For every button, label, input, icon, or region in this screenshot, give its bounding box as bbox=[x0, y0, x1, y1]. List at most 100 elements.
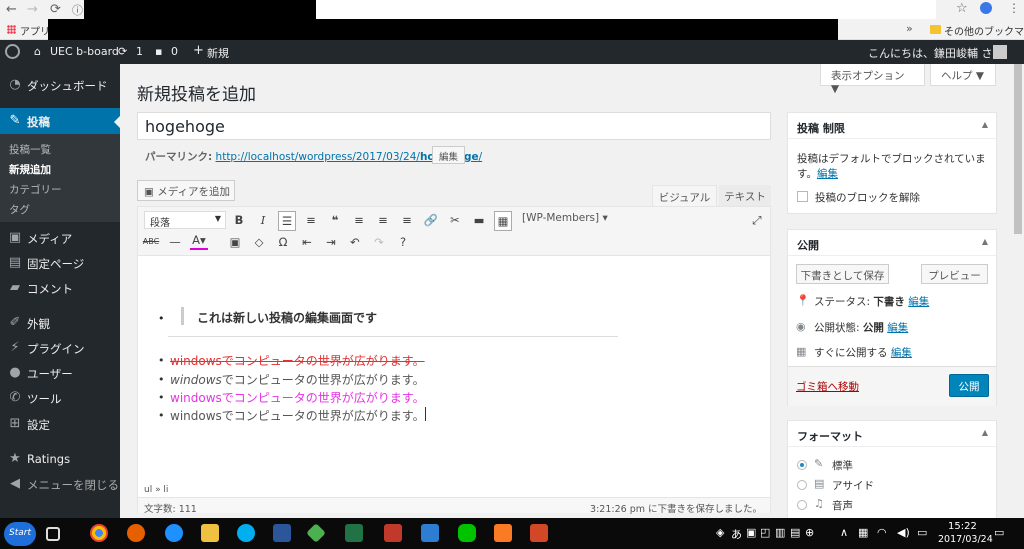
collapse-arrow-icon[interactable]: ▲ bbox=[982, 120, 988, 129]
align-center-icon[interactable]: ≡ bbox=[374, 211, 392, 229]
network-icon[interactable]: ▦ bbox=[858, 526, 868, 539]
add-media-button[interactable]: ▣ メディアを追加 bbox=[137, 180, 235, 201]
sidebar-item-dashboard[interactable]: ◔ ダッシュボード bbox=[0, 72, 120, 98]
dropbox-icon[interactable]: ◈ bbox=[716, 526, 724, 539]
format-header[interactable]: フォーマット ▲ bbox=[788, 421, 996, 447]
battery-icon[interactable]: ▭ bbox=[917, 526, 927, 539]
new-content-link[interactable]: 新規 bbox=[207, 45, 229, 61]
schedule-edit-link[interactable]: 編集 bbox=[891, 347, 912, 359]
wordpress-logo-icon[interactable] bbox=[5, 44, 20, 59]
browser-icon[interactable] bbox=[165, 524, 183, 542]
numbered-list-icon[interactable]: ≡ bbox=[302, 211, 320, 229]
clock-date[interactable]: 2017/03/24 bbox=[938, 534, 993, 545]
updates-icon[interactable]: ⟳ bbox=[118, 45, 127, 58]
unlink-icon[interactable]: ✂ bbox=[446, 211, 464, 229]
comments-icon[interactable]: ▪ bbox=[155, 45, 162, 58]
outdent-icon[interactable]: ⇤ bbox=[298, 233, 316, 251]
redo-icon[interactable]: ↷ bbox=[370, 233, 388, 251]
format-standard-radio[interactable] bbox=[797, 460, 807, 470]
fullscreen-icon[interactable]: ⤢ bbox=[748, 211, 766, 229]
format-aside-radio[interactable] bbox=[797, 480, 807, 490]
visibility-edit-link[interactable]: 編集 bbox=[887, 322, 908, 334]
info-icon[interactable]: ⓘ bbox=[72, 2, 83, 18]
sidebar-collapse-menu[interactable]: ◀ メニューを閉じる bbox=[0, 471, 120, 497]
post-title-input[interactable]: hogehoge bbox=[137, 112, 771, 140]
undo-icon[interactable]: ↶ bbox=[346, 233, 364, 251]
save-draft-button[interactable]: 下書きとして保存 bbox=[796, 264, 889, 284]
sidebar-sub-categories[interactable]: カテゴリー bbox=[9, 182, 62, 197]
tray-icon-3[interactable]: ▥ bbox=[775, 526, 785, 539]
tray-icon-5[interactable]: ⊕ bbox=[805, 526, 814, 539]
tab-visual[interactable]: ビジュアル bbox=[652, 185, 717, 206]
site-name-link[interactable]: UEC b-board bbox=[50, 45, 119, 58]
app-blue-icon[interactable] bbox=[421, 524, 439, 542]
text-color-icon[interactable]: A▾ bbox=[190, 233, 208, 250]
powerpoint-icon[interactable] bbox=[530, 524, 548, 542]
align-left-icon[interactable]: ≡ bbox=[350, 211, 368, 229]
clock-time[interactable]: 15:22 bbox=[948, 521, 977, 532]
sidebar-sub-tags[interactable]: タグ bbox=[9, 202, 30, 217]
reload-icon[interactable]: ⟳ bbox=[50, 2, 61, 17]
editor-content[interactable]: • これは新しい投稿の編集画面です • windowsでコンピュータの世界が広が… bbox=[138, 257, 770, 485]
status-edit-link[interactable]: 編集 bbox=[908, 296, 929, 308]
tray-icon-2[interactable]: ◰ bbox=[760, 526, 770, 539]
task-view-icon[interactable] bbox=[46, 527, 60, 541]
sidebar-item-tools[interactable]: ✆ ツール bbox=[0, 385, 120, 411]
post-restrict-header[interactable]: 投稿 制限 ▲ bbox=[788, 113, 996, 139]
start-button[interactable]: Start bbox=[4, 522, 36, 546]
app-red-icon[interactable] bbox=[384, 524, 402, 542]
home-icon[interactable]: ⌂ bbox=[34, 45, 41, 58]
plus-icon[interactable]: + bbox=[193, 43, 204, 58]
tray-icon-4[interactable]: ▤ bbox=[790, 526, 800, 539]
trash-link[interactable]: ゴミ箱へ移動 bbox=[796, 379, 859, 394]
publish-header[interactable]: 公開 ▲ bbox=[788, 230, 996, 256]
forward-icon[interactable]: → bbox=[27, 2, 38, 17]
browser-menu-icon[interactable]: ⋮ bbox=[1008, 1, 1020, 15]
help-button[interactable]: ヘルプ ▼ bbox=[930, 64, 996, 86]
restrict-edit-link[interactable]: 編集 bbox=[817, 168, 838, 180]
wifi-icon[interactable]: ◠ bbox=[877, 526, 887, 539]
firefox-icon[interactable] bbox=[127, 524, 145, 542]
help-icon[interactable]: ? bbox=[394, 233, 412, 251]
italic-icon[interactable]: I bbox=[254, 211, 272, 229]
bookmarks-more[interactable]: » bbox=[906, 22, 913, 35]
bookmark-star-icon[interactable]: ☆ bbox=[956, 1, 968, 16]
apps-link[interactable]: アプリ bbox=[20, 23, 50, 38]
skype-icon[interactable] bbox=[237, 524, 255, 542]
avatar[interactable] bbox=[993, 45, 1007, 59]
preview-button[interactable]: プレビュー bbox=[921, 264, 988, 284]
chevron-up-icon[interactable]: ∧ bbox=[840, 526, 848, 539]
collapse-arrow-icon[interactable]: ▲ bbox=[982, 428, 988, 437]
scrollbar-thumb[interactable] bbox=[1014, 64, 1022, 234]
comments-count[interactable]: 0 bbox=[171, 45, 178, 58]
collapse-arrow-icon[interactable]: ▲ bbox=[982, 237, 988, 246]
blockquote-icon[interactable]: ❝ bbox=[326, 211, 344, 229]
clear-format-icon[interactable]: ◇ bbox=[250, 233, 268, 251]
sidebar-item-ratings[interactable]: ★ Ratings bbox=[0, 446, 120, 472]
back-icon[interactable]: ← bbox=[6, 2, 17, 17]
word-icon[interactable] bbox=[273, 524, 291, 542]
line-icon[interactable] bbox=[458, 524, 476, 542]
sidebar-item-comments[interactable]: ▰ コメント bbox=[0, 275, 120, 301]
format-audio-radio[interactable] bbox=[797, 500, 807, 510]
sidebar-item-users[interactable]: ● ユーザー bbox=[0, 360, 120, 386]
address-bar[interactable] bbox=[316, 0, 936, 19]
special-char-icon[interactable]: Ω bbox=[274, 233, 292, 251]
apps-grid-icon[interactable] bbox=[7, 25, 16, 34]
tab-text[interactable]: テキスト bbox=[719, 185, 771, 206]
link-icon[interactable]: 🔗 bbox=[422, 211, 440, 229]
file-explorer-icon[interactable] bbox=[201, 524, 219, 542]
wp-members-dropdown[interactable]: [WP-Members] ▾ bbox=[522, 212, 608, 224]
sidebar-item-appearance[interactable]: ✐ 外観 bbox=[0, 310, 120, 336]
screen-options-button[interactable]: 表示オプション ▼ bbox=[820, 64, 925, 95]
bold-icon[interactable]: B bbox=[230, 211, 248, 229]
updates-count[interactable]: 1 bbox=[136, 45, 143, 58]
toolbar-toggle-icon[interactable]: ▦ bbox=[494, 211, 512, 231]
strikethrough-icon[interactable]: ABC bbox=[142, 233, 160, 251]
excel-icon[interactable] bbox=[345, 524, 363, 542]
sidebar-item-media[interactable]: ▣ メディア bbox=[0, 225, 120, 251]
xampp-icon[interactable] bbox=[494, 524, 512, 542]
notifications-icon[interactable]: ▭ bbox=[994, 526, 1004, 539]
unblock-checkbox[interactable] bbox=[797, 191, 808, 202]
edit-slug-button[interactable]: 編集 bbox=[432, 146, 466, 164]
